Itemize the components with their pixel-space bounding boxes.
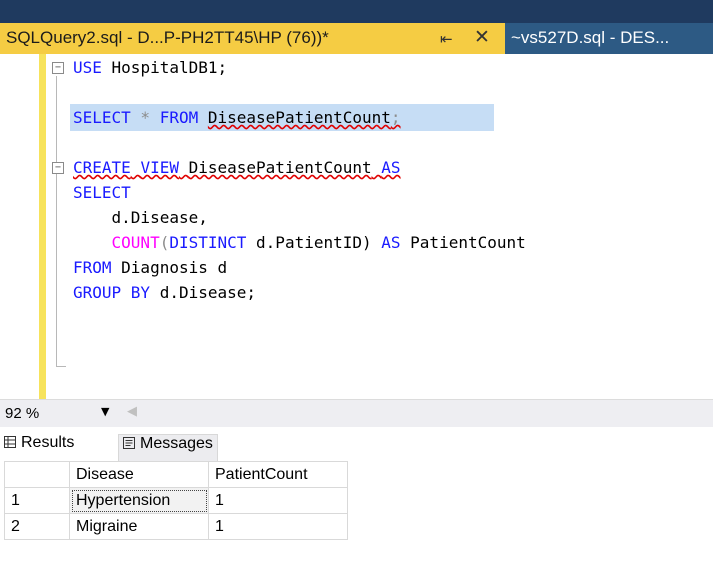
grid-icon [4, 436, 16, 448]
code-token: Diagnosis d [111, 258, 228, 277]
code-token: SELECT [73, 183, 131, 202]
code-line-9[interactable]: FROM Diagnosis d [73, 258, 227, 277]
code-token: d.Disease, [73, 208, 208, 227]
close-icon[interactable]: ✕ [474, 26, 490, 48]
code-line-6[interactable]: SELECT [73, 183, 131, 202]
code-token: HospitalDB1; [101, 58, 228, 77]
tab-results[interactable]: Results [4, 434, 74, 460]
code-token: VIEW [140, 158, 179, 177]
query-editor[interactable]: − − USE HospitalDB1; SELECT * FROM Disea… [0, 54, 713, 399]
column-header[interactable]: PatientCount [208, 461, 348, 488]
row-number-header[interactable] [4, 461, 70, 488]
code-token: d.Disease; [150, 283, 257, 302]
results-pane-tabs: Results Messages [0, 427, 713, 461]
code-token: AS [381, 233, 401, 252]
scroll-left-icon[interactable]: ◀ [127, 404, 137, 419]
code-token: USE [73, 58, 102, 77]
chevron-down-icon[interactable]: ▼ [101, 405, 109, 418]
grid-header-row: Disease PatientCount [4, 461, 348, 488]
code-line-3[interactable]: SELECT * FROM DiseasePatientCount; [73, 108, 401, 127]
row-number[interactable]: 2 [4, 513, 70, 540]
results-grid[interactable]: Disease PatientCount 1 Hypertension 1 2 … [4, 461, 348, 540]
outline-guide-end [56, 366, 66, 367]
code-line-7[interactable]: d.Disease, [73, 208, 208, 227]
collapse-toggle-icon[interactable]: − [52, 162, 64, 174]
zoom-level[interactable]: 92 % [5, 405, 39, 422]
code-token: DiseasePatientCount [207, 108, 391, 127]
code-token: ; [390, 108, 401, 127]
table-row[interactable]: 2 Migraine 1 [4, 513, 348, 540]
code-token: d.PatientID) [246, 233, 382, 252]
code-line-1[interactable]: USE HospitalDB1; [73, 58, 227, 77]
code-token: DiseasePatientCount [188, 158, 372, 177]
document-tab-strip: SQLQuery2.sql - D...P-PH2TT45\HP (76))* … [0, 0, 713, 56]
row-number[interactable]: 1 [4, 487, 70, 514]
grid-cell[interactable]: 1 [208, 487, 348, 514]
messages-icon [123, 437, 135, 449]
tab-vs527d[interactable]: ~vs527D.sql - DES... [505, 23, 713, 54]
collapse-toggle-icon[interactable]: − [52, 62, 64, 74]
code-line-5[interactable]: CREATE VIEW DiseasePatientCount AS [73, 158, 401, 177]
code-token: SELECT [73, 108, 131, 127]
column-header[interactable]: Disease [69, 461, 209, 488]
zoom-bar: 92 % ▼ ◀ [0, 399, 713, 428]
tab-results-label: Results [21, 434, 75, 451]
code-token: ( [159, 233, 170, 252]
tab-title: SQLQuery2.sql - D...P-PH2TT45\HP (76))* [6, 28, 329, 47]
code-token: FROM [73, 258, 112, 277]
code-token: COUNT [111, 233, 160, 252]
tab-title-inactive: ~vs527D.sql - DES... [511, 28, 670, 47]
code-token: PatientCount [400, 233, 526, 252]
code-line-8[interactable]: COUNT(DISTINCT d.PatientID) AS PatientCo… [73, 233, 526, 252]
table-row[interactable]: 1 Hypertension 1 [4, 487, 348, 514]
code-token: DISTINCT [169, 233, 247, 252]
tab-sqlquery2[interactable]: SQLQuery2.sql - D...P-PH2TT45\HP (76))* … [0, 23, 505, 56]
code-line-10[interactable]: GROUP BY d.Disease; [73, 283, 256, 302]
grid-cell[interactable]: Hypertension [69, 487, 209, 514]
grid-cell[interactable]: 1 [208, 513, 348, 540]
code-token: AS [381, 158, 401, 177]
code-token: GROUP BY [73, 283, 151, 302]
title-band [0, 0, 713, 23]
code-token: * [130, 108, 160, 127]
grid-cell[interactable]: Migraine [69, 513, 209, 540]
outline-guide [56, 76, 57, 366]
code-token: CREATE [73, 158, 131, 177]
pin-icon[interactable]: ⇤ [440, 30, 453, 48]
tab-messages[interactable]: Messages [118, 434, 218, 461]
change-tracking-bar [39, 54, 46, 399]
code-token: FROM [159, 108, 199, 127]
tab-messages-label: Messages [140, 435, 213, 452]
